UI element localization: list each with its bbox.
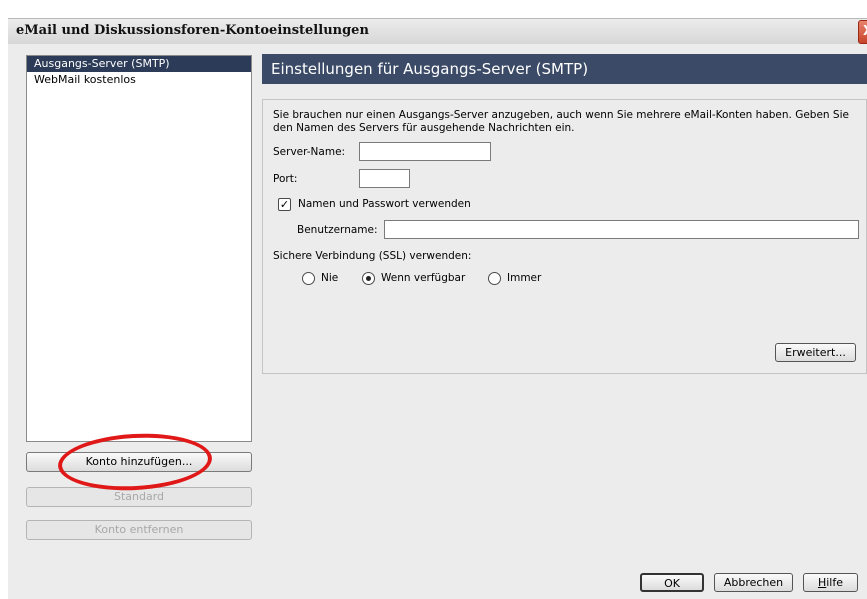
radio-selected-dot: [366, 276, 371, 281]
server-name-input[interactable]: [359, 142, 491, 161]
advanced-button[interactable]: Erweitert...: [775, 343, 856, 362]
close-button[interactable]: X: [858, 20, 867, 44]
ssl-always-radio[interactable]: [488, 272, 501, 285]
ssl-always-label: Immer: [507, 272, 542, 284]
account-item-smtp[interactable]: Ausgangs-Server (SMTP): [27, 56, 251, 72]
account-list[interactable]: Ausgangs-Server (SMTP) WebMail kostenlos: [26, 55, 252, 442]
ok-button[interactable]: OK: [640, 573, 704, 592]
ssl-if-available-label: Wenn verfügbar: [381, 272, 466, 284]
panel-title: Einstellungen für Ausgangs-Server (SMTP): [262, 54, 867, 84]
username-input[interactable]: [384, 220, 859, 239]
help-button[interactable]: Hilfe: [803, 573, 858, 592]
checkmark-icon: ✓: [279, 198, 290, 211]
ssl-label: Sichere Verbindung (SSL) verwenden:: [273, 250, 472, 262]
title-bar: eMail und Diskussionsforen-Kontoeinstell…: [8, 18, 867, 45]
panel-description: Sie brauchen nur einen Ausgangs-Server a…: [273, 109, 849, 134]
port-label: Port:: [273, 173, 298, 185]
remove-account-button[interactable]: Konto entfernen: [26, 520, 252, 540]
account-item-webmail[interactable]: WebMail kostenlos: [27, 72, 251, 88]
add-account-button[interactable]: Konto hinzufügen...: [26, 452, 252, 472]
server-name-label: Server-Name:: [273, 146, 346, 158]
dialog-body: Ausgangs-Server (SMTP) WebMail kostenlos…: [8, 44, 867, 599]
ssl-if-available-radio[interactable]: [362, 272, 375, 285]
port-input[interactable]: [359, 169, 410, 188]
username-label: Benutzername:: [297, 224, 378, 236]
cancel-button[interactable]: Abbrechen: [714, 573, 793, 592]
use-auth-checkbox[interactable]: ✓: [278, 198, 291, 211]
smtp-settings-group: Sie brauchen nur einen Ausgangs-Server a…: [262, 99, 867, 374]
window-title: eMail und Diskussionsforen-Kontoeinstell…: [16, 23, 369, 38]
ssl-never-radio[interactable]: [302, 272, 315, 285]
close-icon: X: [863, 24, 867, 39]
set-default-button[interactable]: Standard: [26, 487, 252, 507]
ssl-never-label: Nie: [321, 272, 339, 284]
use-auth-label: Namen und Passwort verwenden: [298, 198, 471, 210]
